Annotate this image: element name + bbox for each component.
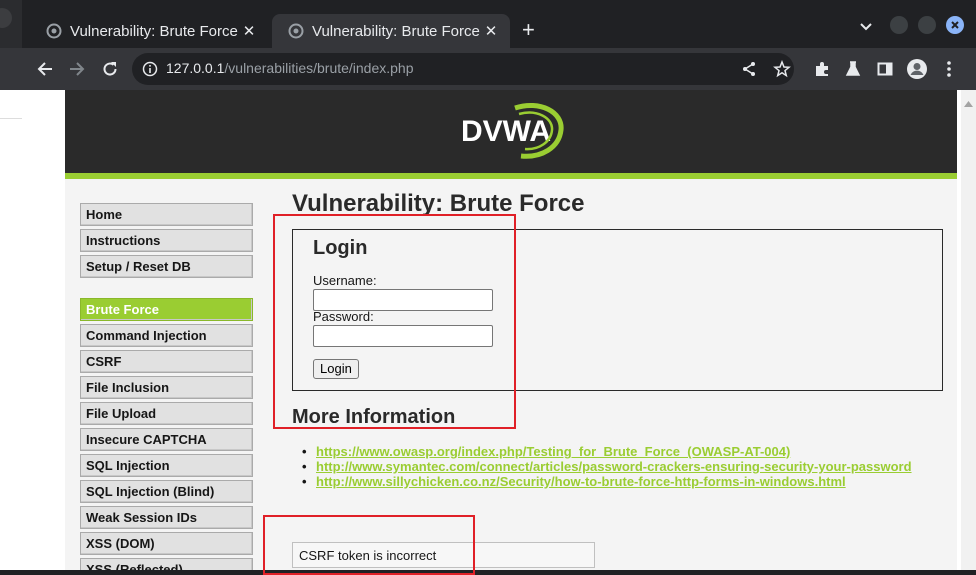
reference-link[interactable]: http://www.symantec.com/connect/articles… <box>316 459 912 474</box>
svg-text:DVWA: DVWA <box>461 115 551 148</box>
share-icon[interactable] <box>738 58 760 80</box>
scroll-up-arrow-icon[interactable] <box>964 94 973 112</box>
plus-icon[interactable]: + <box>522 18 535 42</box>
back-icon[interactable] <box>34 58 56 80</box>
sidepanel-icon[interactable] <box>874 58 896 80</box>
maximize-window-button[interactable] <box>918 16 936 34</box>
tab-title: Vulnerability: Brute Force :: Dam <box>312 22 480 40</box>
close-window-button[interactable] <box>946 16 964 34</box>
extensions-icon[interactable] <box>811 58 833 80</box>
menu-item-sql-injection-blind[interactable]: SQL Injection (Blind) <box>80 480 253 503</box>
list-item: https://www.owasp.org/index.php/Testing_… <box>302 444 912 459</box>
menu-item-xss-reflected[interactable]: XSS (Reflected) <box>80 558 253 570</box>
url-path: /vulnerabilities/brute/index.php <box>224 60 414 76</box>
menu-item-file-upload[interactable]: File Upload <box>80 402 253 425</box>
close-tab-icon[interactable]: ✕ <box>238 22 260 40</box>
header-accent-bar <box>65 173 957 179</box>
profile-icon[interactable] <box>906 58 928 80</box>
tab-active[interactable]: Vulnerability: Brute Force :: Dam ✕ <box>272 14 510 48</box>
background-window-page <box>0 90 23 570</box>
reference-link[interactable]: https://www.owasp.org/index.php/Testing_… <box>316 444 790 459</box>
reference-links: https://www.owasp.org/index.php/Testing_… <box>302 444 912 489</box>
chevron-down-icon[interactable] <box>858 20 874 38</box>
dvwa-header: DVWA <box>65 90 957 173</box>
url-host: 127.0.0.1 <box>166 60 225 76</box>
url-text: 127.0.0.1/vulnerabilities/brute/index.ph… <box>166 60 414 76</box>
menu-item-xss-dom[interactable]: XSS (DOM) <box>80 532 253 555</box>
browser-toolbar: 127.0.0.1/vulnerabilities/brute/index.ph… <box>22 48 976 90</box>
dvwa-logo: DVWA <box>455 98 567 169</box>
menu-item-instructions[interactable]: Instructions <box>80 229 253 252</box>
labs-icon[interactable] <box>842 58 864 80</box>
background-window-toolbar <box>0 48 22 90</box>
menu-item-csrf[interactable]: CSRF <box>80 350 253 373</box>
menu-icon[interactable] <box>938 58 960 80</box>
annotation-box-login <box>273 214 516 429</box>
forward-icon[interactable] <box>66 58 88 80</box>
menu-item-setup[interactable]: Setup / Reset DB <box>80 255 253 278</box>
tab-inactive[interactable]: Vulnerability: Brute Force :: Dam ✕ <box>30 14 268 48</box>
background-window-edge <box>0 0 23 570</box>
menu-item-command-injection[interactable]: Command Injection <box>80 324 253 347</box>
menu-item-home[interactable]: Home <box>80 203 253 226</box>
menu-item-sql-injection[interactable]: SQL Injection <box>80 454 253 477</box>
dvwa-favicon-icon <box>46 23 62 39</box>
info-icon[interactable] <box>142 61 158 82</box>
close-tab-icon[interactable]: ✕ <box>480 22 502 40</box>
menu-item-weak-session-ids[interactable]: Weak Session IDs <box>80 506 253 529</box>
scrollbar[interactable] <box>961 90 976 570</box>
dvwa-favicon-icon <box>288 23 304 39</box>
menu-item-file-inclusion[interactable]: File Inclusion <box>80 376 253 399</box>
annotation-box-message <box>263 515 475 575</box>
list-item: http://www.symantec.com/connect/articles… <box>302 459 912 474</box>
menu-item-brute-force[interactable]: Brute Force <box>80 298 253 321</box>
reload-icon[interactable] <box>99 58 121 80</box>
menu-item-insecure-captcha[interactable]: Insecure CAPTCHA <box>80 428 253 451</box>
minimize-window-button[interactable] <box>890 16 908 34</box>
background-window-control <box>0 8 12 28</box>
list-item: http://www.sillychicken.co.nz/Security/h… <box>302 474 912 489</box>
star-icon[interactable] <box>771 58 793 80</box>
tab-title: Vulnerability: Brute Force :: Dam <box>70 22 238 40</box>
reference-link[interactable]: http://www.sillychicken.co.nz/Security/h… <box>316 474 846 489</box>
background-window-divider <box>0 118 22 119</box>
address-bar[interactable]: 127.0.0.1/vulnerabilities/brute/index.ph… <box>132 53 794 85</box>
